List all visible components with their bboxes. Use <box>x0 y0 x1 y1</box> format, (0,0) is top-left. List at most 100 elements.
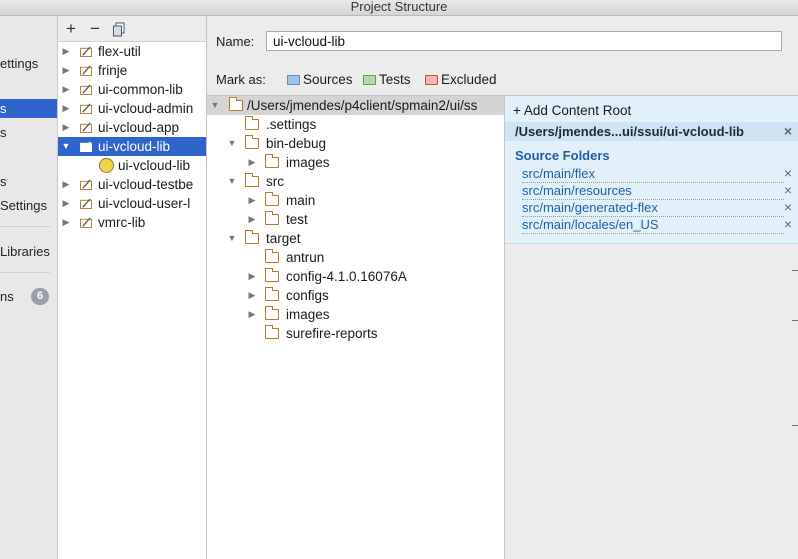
mark-as-label: Mark as: <box>216 72 266 87</box>
module-label: ui-common-lib <box>98 82 183 97</box>
tree-node-row[interactable]: antrun <box>207 248 504 267</box>
folder-icon <box>245 116 259 130</box>
folder-icon <box>265 192 279 206</box>
edge-mark <box>792 270 798 271</box>
chevron-right-icon[interactable]: ▶ <box>61 42 71 61</box>
source-folder-row[interactable]: src/main/resources <box>522 183 784 200</box>
remove-source-folder-icon[interactable]: × <box>782 165 794 181</box>
chevron-right-icon[interactable]: ▶ <box>247 210 257 229</box>
chevron-right-icon[interactable]: ▶ <box>61 213 71 232</box>
chevron-down-icon[interactable]: ▼ <box>227 134 237 153</box>
tree-node-row[interactable]: ▼ src <box>207 172 504 191</box>
mark-excluded-button[interactable]: Excluded <box>425 72 497 87</box>
tree-node-label: src <box>266 174 284 189</box>
sidebar-item-settings[interactable]: ettings <box>0 54 57 73</box>
source-folder-row[interactable]: src/main/flex <box>522 166 784 183</box>
remove-source-folder-icon[interactable]: × <box>782 216 794 232</box>
tree-node-row[interactable]: ▶ images <box>207 305 504 324</box>
add-module-button[interactable]: + <box>62 20 80 38</box>
module-folder-icon <box>80 65 92 76</box>
chevron-right-icon[interactable]: ▶ <box>61 175 71 194</box>
tree-node-label: main <box>286 193 316 208</box>
sidebar-item-artifacts-partial[interactable]: s <box>0 172 57 191</box>
folder-icon <box>265 287 279 301</box>
copy-module-button[interactable] <box>110 20 128 38</box>
tree-node-row[interactable]: .settings <box>207 115 504 134</box>
tree-node-row[interactable]: ▶ config-4.1.0.16076A <box>207 267 504 286</box>
sidebar-item-platform-settings[interactable]: Settings <box>0 196 57 215</box>
copy-icon <box>113 22 125 37</box>
remove-source-folder-icon[interactable]: × <box>782 199 794 215</box>
remove-module-button[interactable]: − <box>86 20 104 38</box>
sidebar-item-label: ns <box>0 289 14 304</box>
chevron-right-icon[interactable]: ▶ <box>61 118 71 137</box>
chevron-right-icon[interactable]: ▶ <box>247 305 257 324</box>
chevron-down-icon[interactable]: ▼ <box>210 96 220 115</box>
source-folder-row[interactable]: src/main/locales/en_US <box>522 217 784 234</box>
module-label: vmrc-lib <box>98 215 146 230</box>
mark-sources-label: Sources <box>303 72 353 87</box>
tree-node-row[interactable]: ▶ configs <box>207 286 504 305</box>
source-folders-title: Source Folders <box>515 148 610 163</box>
tree-node-label: test <box>286 212 308 227</box>
edge-mark <box>792 425 798 426</box>
folder-icon <box>245 135 259 149</box>
sidebar-item-problems[interactable]: ns 6 <box>0 287 57 306</box>
folder-icon <box>265 154 279 168</box>
add-content-root-button[interactable]: + Add Content Root <box>513 103 631 118</box>
chevron-right-icon[interactable]: ▶ <box>61 80 71 99</box>
tree-node-row[interactable]: ▼ bin-debug <box>207 134 504 153</box>
module-row[interactable]: ▶ ui-vcloud-admin <box>58 99 206 118</box>
module-folder-icon <box>80 198 92 209</box>
module-row[interactable]: ▶ ui-vcloud-testbe <box>58 175 206 194</box>
tree-root-label: /Users/jmendes/p4client/spmain2/ui/ss <box>247 98 478 113</box>
tree-node-row[interactable]: ▶ images <box>207 153 504 172</box>
tree-node-row[interactable]: ▶ main <box>207 191 504 210</box>
module-row[interactable]: ▶ ui-vcloud-user-l <box>58 194 206 213</box>
module-row[interactable]: ▶ ui-vcloud-app <box>58 118 206 137</box>
chevron-down-icon[interactable]: ▼ <box>61 137 71 156</box>
mark-tests-button[interactable]: Tests <box>363 72 411 87</box>
edge-mark <box>792 320 798 321</box>
tree-root-row[interactable]: ▼ /Users/jmendes/p4client/spmain2/ui/ss <box>207 96 504 115</box>
tree-node-row[interactable]: ▶ test <box>207 210 504 229</box>
chevron-right-icon[interactable]: ▶ <box>247 286 257 305</box>
sidebar-item-modules[interactable]: s <box>0 99 57 118</box>
sidebar-item-global-libraries[interactable]: Libraries <box>0 242 57 261</box>
sidebar-divider <box>0 226 50 227</box>
sidebar-item-libraries-partial[interactable]: s <box>0 123 57 142</box>
settings-sidebar: ettings s s s Settings Libraries ns 6 <box>0 16 58 559</box>
content-root-panel: + Add Content Root /Users/jmendes...ui/s… <box>505 95 798 559</box>
chevron-right-icon[interactable]: ▶ <box>61 99 71 118</box>
chevron-right-icon[interactable]: ▶ <box>247 153 257 172</box>
source-folder-row[interactable]: src/main/generated-flex <box>522 200 784 217</box>
module-row[interactable]: ▼ ui-vcloud-lib <box>58 137 206 156</box>
module-label: ui-vcloud-testbe <box>98 177 194 192</box>
module-name-input[interactable] <box>266 31 782 51</box>
chevron-right-icon[interactable]: ▶ <box>61 194 71 213</box>
module-label: frinje <box>98 63 128 78</box>
chevron-right-icon[interactable]: ▶ <box>247 191 257 210</box>
mark-sources-button[interactable]: Sources <box>287 72 353 87</box>
tree-node-label: config-4.1.0.16076A <box>286 269 407 284</box>
module-folder-icon <box>80 122 92 133</box>
tree-node-row[interactable]: ▼ target <box>207 229 504 248</box>
chevron-down-icon[interactable]: ▼ <box>227 229 237 248</box>
module-row[interactable]: ▶ vmrc-lib <box>58 213 206 232</box>
chevron-down-icon[interactable]: ▼ <box>227 172 237 191</box>
module-row[interactable]: ▶ frinje <box>58 61 206 80</box>
tree-node-label: bin-debug <box>266 136 327 151</box>
module-folder-icon <box>80 84 92 95</box>
chevron-right-icon[interactable]: ▶ <box>61 61 71 80</box>
tree-node-label: surefire-reports <box>286 326 378 341</box>
tree-node-row[interactable]: surefire-reports <box>207 324 504 343</box>
module-row[interactable]: ▶ ui-common-lib <box>58 80 206 99</box>
chevron-right-icon[interactable]: ▶ <box>247 267 257 286</box>
folder-icon <box>265 306 279 320</box>
remove-source-folder-icon[interactable]: × <box>782 182 794 198</box>
source-folder-label: src/main/locales/en_US <box>522 217 659 232</box>
module-facet-row[interactable]: ui-vcloud-lib <box>58 156 206 175</box>
remove-content-root-icon[interactable]: × <box>782 122 794 141</box>
module-row[interactable]: ▶ flex-util <box>58 42 206 61</box>
module-label: flex-util <box>98 44 141 59</box>
